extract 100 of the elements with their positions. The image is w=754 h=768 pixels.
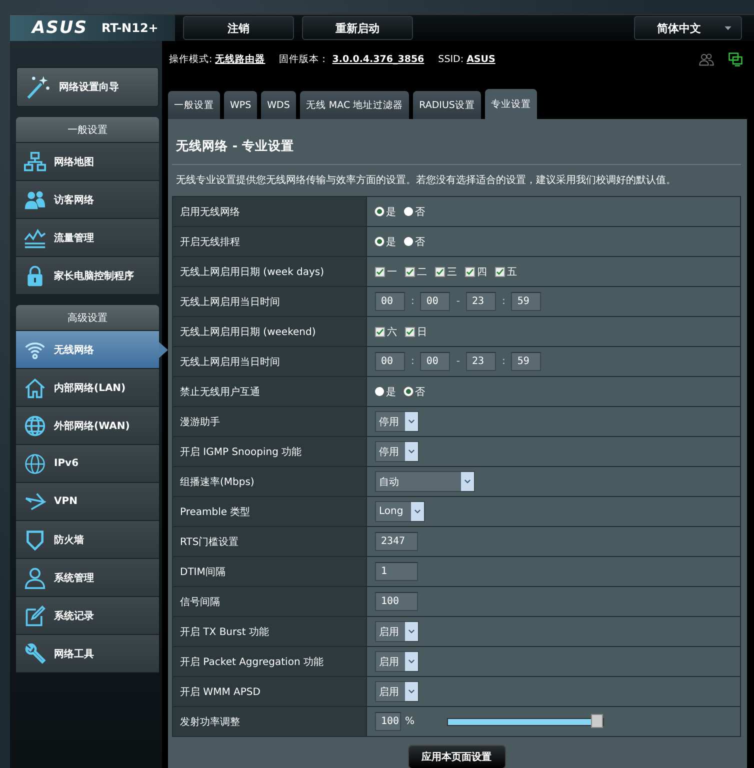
radio-button[interactable]: [375, 207, 384, 216]
caret-icon: [407, 417, 416, 426]
sidebar-item[interactable]: 内部网络(LAN): [16, 369, 159, 407]
tab[interactable]: WPS: [224, 91, 258, 119]
dropdown[interactable]: 停用: [375, 411, 419, 432]
option-label: 日: [417, 326, 427, 338]
radio-button[interactable]: [404, 237, 413, 246]
option-label: 否: [415, 236, 425, 248]
slider-thumb[interactable]: [590, 714, 603, 728]
dropdown[interactable]: 启用: [375, 681, 419, 702]
sidebar-item[interactable]: 外部网络(WAN): [16, 407, 159, 445]
caret-icon: [407, 657, 416, 666]
setting-label: 开启 IGMP Snooping 功能: [172, 436, 366, 466]
tab[interactable]: 专业设置: [484, 89, 537, 119]
time-field[interactable]: 00: [375, 292, 405, 311]
setting-label: 启用无线网络: [172, 196, 366, 226]
setting-label: 无线上网启用当日时间: [172, 286, 366, 316]
tab[interactable]: 一般设置: [168, 91, 220, 119]
check-icon: [376, 268, 384, 276]
input-field[interactable]: 100: [375, 712, 401, 731]
time-field[interactable]: 59: [511, 352, 542, 371]
dropdown[interactable]: 启用: [375, 651, 419, 672]
check-icon: [406, 268, 414, 276]
dropdown[interactable]: Long: [375, 501, 425, 522]
apply-button[interactable]: 应用本页面设置: [408, 745, 506, 768]
sidebar-item[interactable]: 访客网络: [16, 181, 159, 219]
globe-icon: [24, 414, 46, 436]
info-link[interactable]: ASUS: [466, 54, 496, 65]
info-link[interactable]: 3.0.0.4.376_3856: [332, 54, 424, 65]
sidebar-item[interactable]: 流量管理: [16, 219, 159, 257]
logout-button[interactable]: 注销: [183, 16, 294, 40]
input-field[interactable]: 2347: [375, 532, 418, 551]
unit-label: %: [405, 716, 415, 727]
panel-description: 无线专业设置提供您无线网络传输与效率方面的设置。若您没有选择适合的设置，建议采用我们校调好的默认值。: [175, 174, 677, 188]
checkbox[interactable]: [495, 266, 505, 276]
dropdown[interactable]: 自动: [375, 471, 475, 492]
hierarchy-icon: [24, 150, 46, 172]
users-icon: [699, 52, 714, 67]
setting-label: 无线上网启用当日时间: [172, 346, 366, 376]
check-icon: [496, 268, 504, 276]
globe-icon: [24, 452, 46, 474]
checkbox[interactable]: [465, 266, 475, 276]
sidebar-item[interactable]: 家长电脑控制程序: [16, 257, 159, 295]
input-field[interactable]: 100: [375, 592, 418, 611]
option-label: 六: [387, 326, 397, 338]
sidebar-item[interactable]: 网络地图: [16, 143, 159, 181]
house-icon: [24, 376, 46, 398]
check-icon: [436, 268, 444, 276]
sidebar-item[interactable]: VPN: [16, 483, 159, 521]
sidebar-item[interactable]: 系统记录: [16, 597, 159, 635]
time-field[interactable]: 00: [375, 352, 405, 371]
option-label: 二: [417, 266, 427, 278]
setting-label: 开启 WMM APSD: [172, 676, 366, 706]
sidebar-heading: 高级设置: [16, 305, 159, 331]
checkbox[interactable]: [375, 266, 385, 276]
sidebar-item[interactable]: 无线网络: [16, 331, 159, 369]
time-separator: :: [502, 356, 506, 367]
pencil-note-icon: [24, 604, 46, 626]
language-dropdown[interactable]: 简体中文: [634, 16, 742, 40]
monitor-icon: [728, 52, 743, 67]
info-label: SSID:: [438, 54, 465, 65]
dropdown[interactable]: 停用: [375, 441, 419, 462]
info-label: 操作模式:: [169, 54, 214, 65]
checkbox[interactable]: [375, 326, 385, 336]
tab[interactable]: RADIUS设置: [413, 91, 481, 119]
radio-button[interactable]: [375, 387, 384, 396]
setting-label: 无线上网启用日期 (week days): [172, 256, 366, 286]
input-field[interactable]: 1: [375, 562, 418, 581]
person-icon: [24, 566, 46, 588]
check-icon: [466, 268, 474, 276]
sidebar-item[interactable]: IPv6: [16, 445, 159, 483]
people-icon: [24, 188, 46, 210]
checkbox[interactable]: [405, 326, 415, 336]
time-field[interactable]: 23: [466, 352, 496, 371]
caret-icon: [413, 507, 422, 516]
checkbox[interactable]: [405, 266, 415, 276]
radio-button[interactable]: [375, 237, 384, 246]
wizard-button[interactable]: 网络设置向导: [16, 67, 159, 107]
time-field[interactable]: 59: [511, 292, 542, 311]
option-label: 一: [387, 266, 397, 278]
tab[interactable]: WDS: [261, 91, 296, 119]
radio-button[interactable]: [404, 207, 413, 216]
time-field[interactable]: 00: [420, 292, 450, 311]
sidebar-item[interactable]: 系统管理: [16, 559, 159, 597]
time-field[interactable]: 23: [466, 292, 496, 311]
time-separator: :: [411, 296, 414, 307]
sidebar-item[interactable]: 网络工具: [16, 635, 159, 673]
time-field[interactable]: 00: [420, 352, 450, 371]
option-label: 五: [507, 266, 517, 278]
sidebar-item[interactable]: 防火墙: [16, 521, 159, 559]
time-separator: :: [411, 356, 414, 367]
reboot-button[interactable]: 重新启动: [302, 16, 413, 40]
tab[interactable]: 无线 MAC 地址过滤器: [300, 91, 410, 119]
radio-button[interactable]: [404, 387, 413, 396]
dropdown[interactable]: 启用: [375, 621, 419, 642]
caret-icon: [463, 477, 472, 486]
setting-label: DTIM间隔: [172, 556, 366, 586]
checkbox[interactable]: [435, 266, 445, 276]
panel-title: 无线网络 - 专业设置: [172, 119, 741, 165]
info-link[interactable]: 无线路由器: [215, 54, 266, 65]
